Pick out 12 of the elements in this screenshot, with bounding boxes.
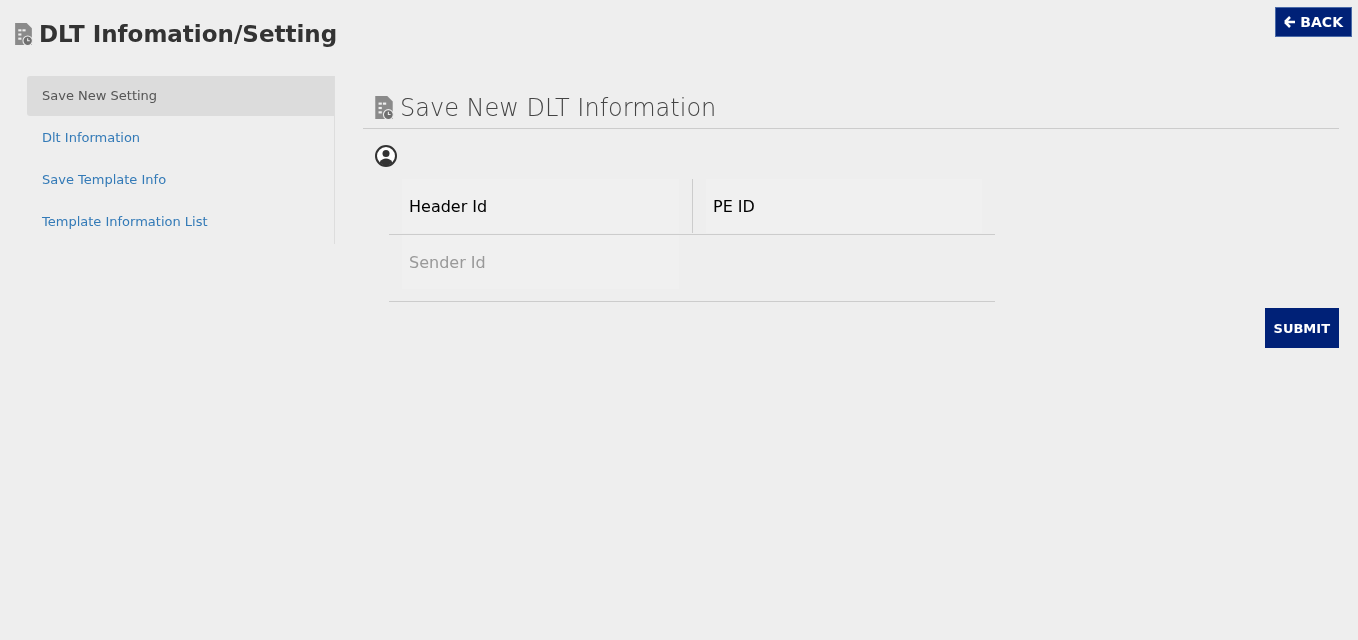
page-title: DLT Infomation/Setting: [39, 21, 338, 47]
form-title: Save New DLT Information: [400, 94, 717, 122]
sidebar-item[interactable]: Template Information List: [27, 202, 334, 242]
document-icon: [374, 96, 394, 120]
sidebar-item[interactable]: Dlt Information: [27, 118, 334, 158]
document-icon: [14, 22, 33, 46]
user-icon: [375, 145, 397, 167]
submit-button[interactable]: SUBMIT: [1264, 308, 1339, 348]
back-button[interactable]: BACK: [1275, 7, 1352, 37]
arrow-left-icon: [1284, 16, 1297, 28]
sidebar-item[interactable]: Save New Setting: [27, 76, 334, 116]
sidebar-item[interactable]: Save Template Info: [27, 160, 334, 200]
